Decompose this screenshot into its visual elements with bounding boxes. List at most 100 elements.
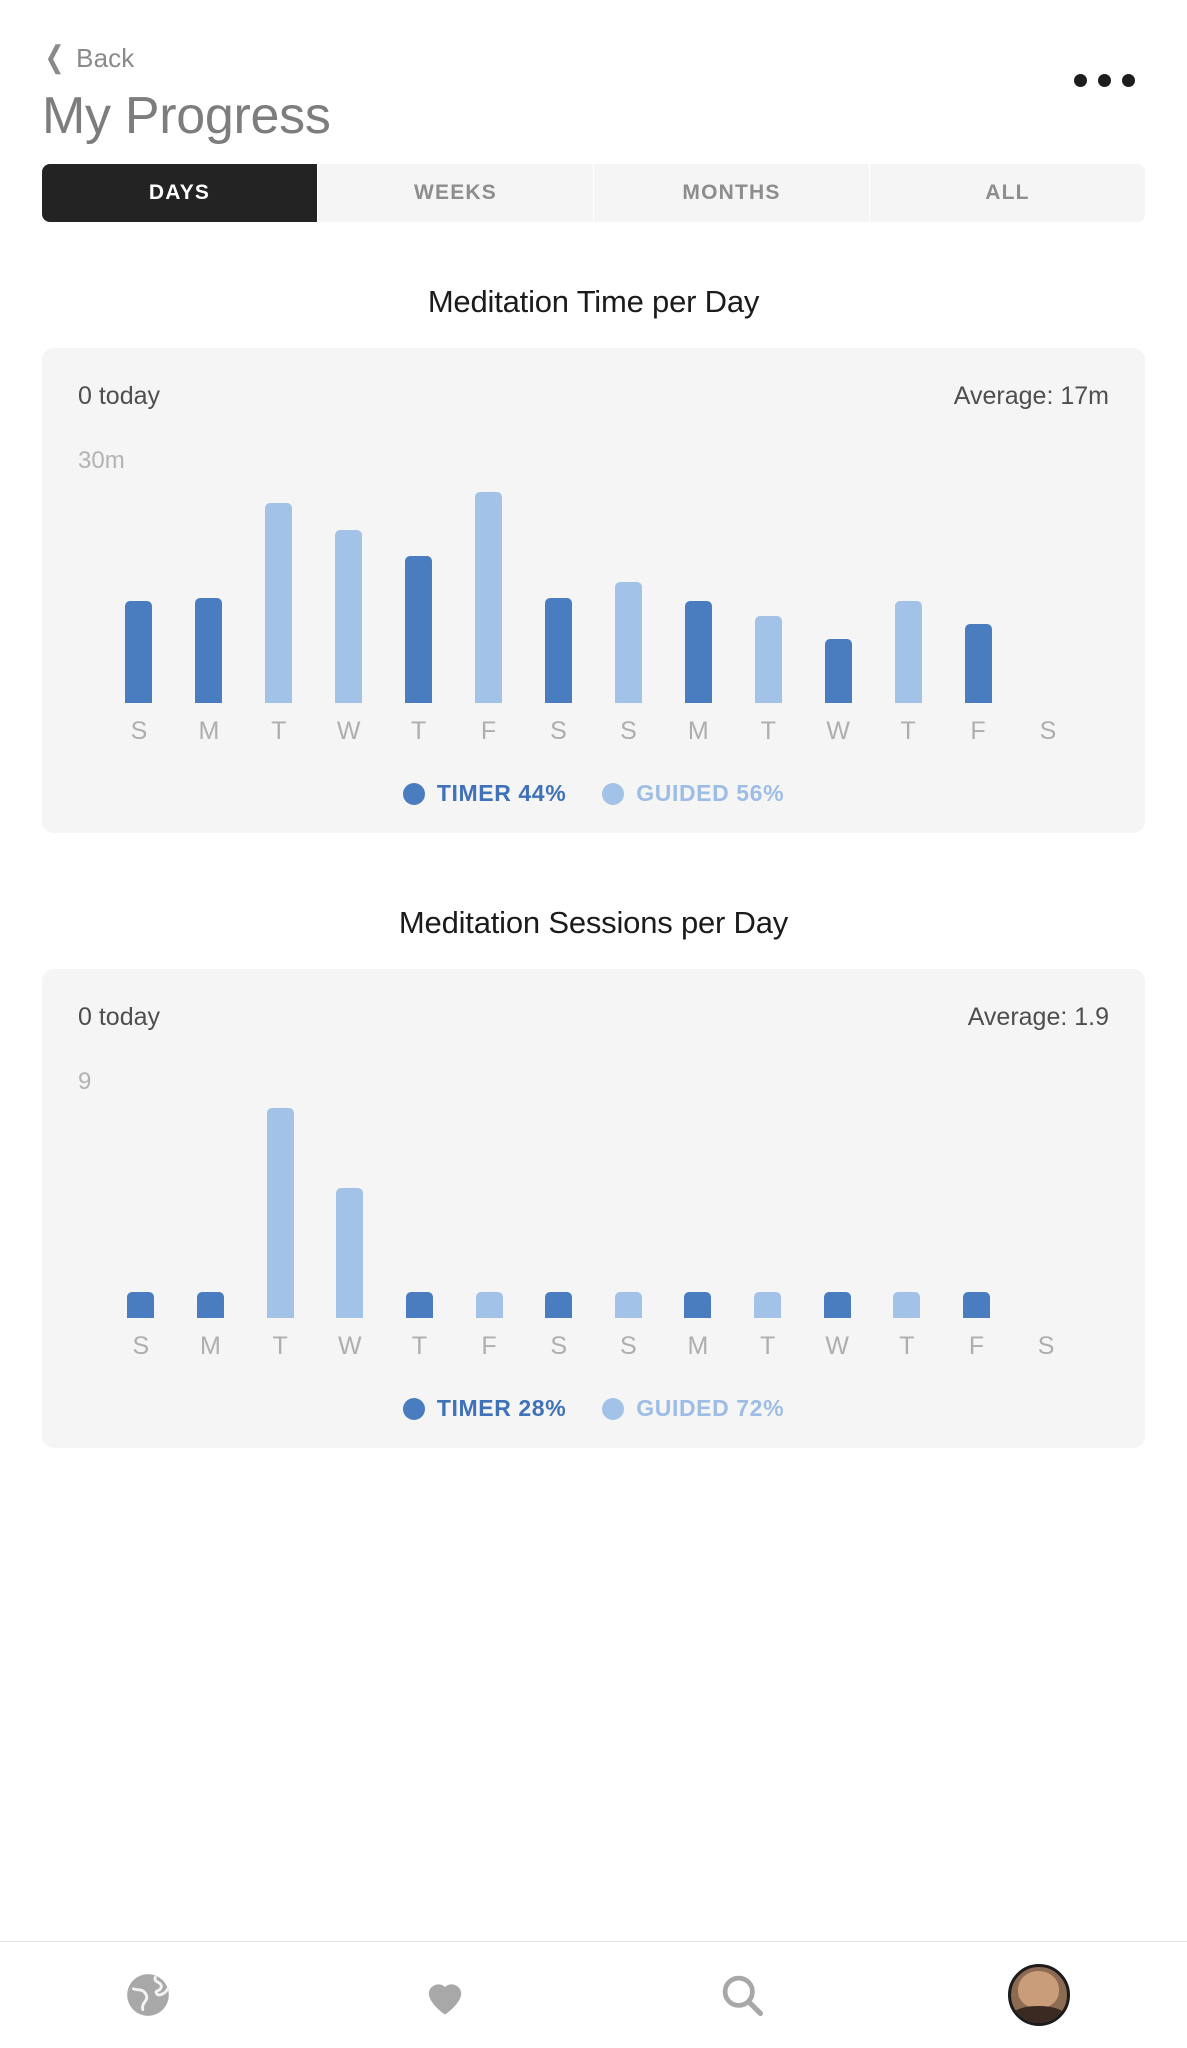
back-button[interactable]: ❮ Back [0,40,1187,76]
bar-guided [614,1292,642,1318]
x-axis-tick-label: W [826,717,850,745]
dot [1098,74,1111,87]
bar-column[interactable] [943,477,1013,703]
bar-timer [195,598,223,703]
bar-timer [963,1292,990,1318]
x-axis-tick-label: M [687,717,709,745]
bar-guided [754,1292,782,1318]
bar-column[interactable] [593,1098,663,1318]
bar-column[interactable] [385,1098,455,1318]
x-axis-tick-label: F [968,1332,985,1360]
bar-column[interactable] [454,1098,524,1318]
bar-plot-time [78,477,1109,703]
bar-timer [405,556,433,703]
bar-column[interactable] [873,477,943,703]
x-axis-tick-label: T [411,1332,428,1360]
today-value-time: 0 today [78,382,161,410]
tab-all[interactable]: ALL [870,164,1145,222]
bar-column[interactable] [106,1098,176,1318]
bar-timer [964,624,992,703]
chart-card-time: 0 today Average: 17m 30m SMTWTFSSMTWTFS … [42,348,1145,833]
more-horizontal-icon[interactable] [1074,74,1135,87]
bar-column[interactable] [733,477,803,703]
bar-column[interactable] [733,1098,803,1318]
chart-card-sessions: 0 today Average: 1.9 9 S M T W T F S S M T W T F S TI… [42,969,1145,1448]
bar-column[interactable] [663,1098,733,1318]
bar-guided [614,582,642,703]
bar-timer [684,601,712,703]
globe-icon [127,1974,170,2016]
bar-column[interactable] [176,1098,246,1318]
bar-column[interactable] [524,477,594,703]
bar-column[interactable] [1011,1098,1081,1318]
x-axis-tick-label: T [900,717,916,745]
bar-column[interactable] [244,477,314,703]
bar-timer [125,601,153,703]
nav-item-profile[interactable] [890,1964,1187,2026]
legend-label-guided: GUIDED 72% [636,1395,785,1421]
legend-label-timer: TIMER 28% [436,1395,567,1421]
x-axis-tick-label: S [620,717,637,745]
bar-guided [894,601,922,703]
bar-column[interactable] [315,1098,385,1318]
x-axis-tick-label: S [1037,1332,1055,1360]
tab-weeks[interactable]: WEEKS [318,164,594,222]
tab-days[interactable]: DAYS [42,164,318,222]
bar-column[interactable] [942,1098,1012,1318]
x-axis-tick-label: S [132,1332,150,1360]
x-axis-tick-label: M [200,1332,221,1360]
today-value-sessions: 0 today [78,1003,161,1031]
x-axis-tick-label: S [1039,717,1057,745]
bar-column[interactable] [384,477,454,703]
nav-item-favorites[interactable] [297,1969,594,2021]
tab-months[interactable]: MONTHS [594,164,870,222]
x-axis-tick-label: S [619,1332,637,1360]
bar-column[interactable] [593,477,663,703]
bottom-navigation-bar [0,1941,1187,2048]
axis-max-label-time: 30m [78,447,125,474]
bar-column[interactable] [174,477,244,703]
legend-sessions: TIMER 28% GUIDED 72% [78,1395,1109,1422]
legend-item-timer-time[interactable]: TIMER 44% [402,780,567,807]
bar-column[interactable] [663,477,733,703]
legend-item-guided-sessions[interactable]: GUIDED 72% [602,1395,784,1422]
bar-guided [266,1108,294,1318]
bar-timer [544,598,572,703]
nav-item-search[interactable] [594,1969,891,2021]
bar-column[interactable] [314,477,384,703]
x-axis-tick-label: T [759,1332,776,1360]
bar-column[interactable] [872,1098,942,1318]
bar-column[interactable] [803,477,873,703]
heart-icon [428,1984,462,2015]
x-axis-tick-label: M [687,1332,709,1360]
bar-timer [824,639,852,703]
nav-item-explore[interactable] [0,1970,297,2020]
x-axis-tick-label: S [550,1332,567,1360]
x-axis-tick-label: M [198,717,220,745]
axis-max-label-sessions: 9 [78,1068,92,1095]
page-title: My Progress [42,87,331,145]
bar-timer [545,1292,573,1318]
bar-guided [475,492,503,703]
bar-guided [893,1292,921,1318]
legend-dot-guided-icon [602,782,625,805]
legend-item-timer-sessions[interactable]: TIMER 28% [402,1395,567,1422]
legend-label-guided: GUIDED 56% [636,780,785,806]
search-icon [722,1975,763,2017]
bar-column[interactable] [245,1098,315,1318]
x-axis-tick-label: T [411,717,427,745]
legend-item-guided-time[interactable]: GUIDED 56% [602,780,784,807]
bar-column[interactable] [1013,477,1083,703]
legend-dot-timer-icon [402,782,425,805]
bar-timer [196,1292,224,1318]
x-axis-tick-label: W [825,1332,850,1360]
bar-column[interactable] [802,1098,872,1318]
bar-column[interactable] [454,477,524,703]
bar-column[interactable] [524,1098,594,1318]
x-axis-labels-time: SMTWTFSSMTWTFS [78,717,1109,746]
legend-label-timer: TIMER 44% [436,780,567,806]
x-axis-tick-label: W [337,1332,362,1360]
bar-column[interactable] [104,477,174,703]
avatar [1007,1964,1070,2026]
x-axis-tick-label: F [480,717,497,745]
